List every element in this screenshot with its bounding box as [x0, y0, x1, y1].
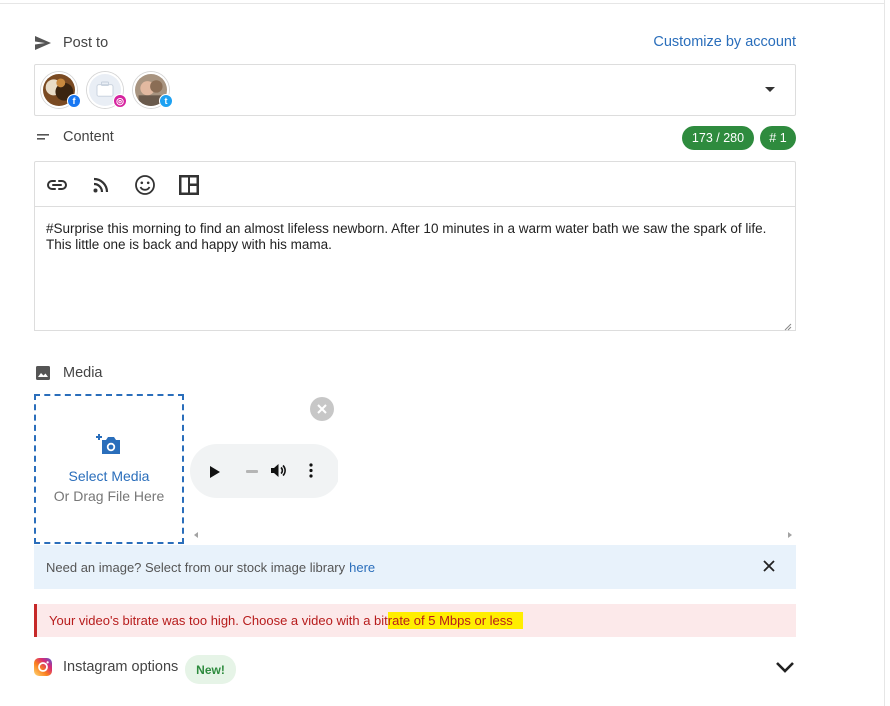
twitter-icon: t	[159, 94, 173, 108]
close-icon	[317, 404, 327, 414]
drag-file-label: Or Drag File Here	[53, 488, 165, 504]
facebook-icon: f	[67, 94, 81, 108]
media-scrollbar[interactable]	[190, 527, 796, 543]
rss-icon[interactable]	[89, 173, 113, 197]
layout-icon[interactable]	[177, 173, 201, 197]
scroll-right-icon[interactable]	[788, 532, 792, 538]
chevron-down-icon[interactable]	[775, 660, 795, 673]
link-icon[interactable]	[45, 173, 69, 197]
more-vertical-icon[interactable]	[309, 463, 313, 483]
media-drop-zone[interactable]: Select Media Or Drag File Here	[34, 394, 184, 544]
content-label: Content	[63, 129, 114, 145]
instagram-icon: ◎	[113, 94, 127, 108]
media-label: Media	[63, 365, 103, 381]
instagram-icon	[34, 658, 52, 676]
scroll-left-icon[interactable]	[194, 532, 198, 538]
stock-image-banner: Need an image? Select from our stock ima…	[34, 545, 796, 589]
post-to-header: Post to	[34, 33, 108, 53]
content-textarea[interactable]: #Surprise this morning to find an almost…	[34, 206, 796, 331]
customize-by-account-link[interactable]: Customize by account	[653, 34, 796, 50]
character-count-badge: 173 / 280	[682, 126, 754, 150]
close-icon[interactable]	[762, 559, 776, 573]
stock-image-link[interactable]: here	[349, 560, 375, 575]
remove-media-button[interactable]	[310, 397, 334, 421]
instagram-options-header[interactable]: Instagram options	[34, 657, 178, 677]
resize-handle-icon[interactable]	[784, 319, 792, 331]
editor-toolbar	[34, 161, 796, 207]
emoji-icon[interactable]	[133, 173, 157, 197]
image-icon	[34, 364, 52, 382]
add-photo-icon	[96, 432, 122, 456]
post-to-label: Post to	[63, 35, 109, 51]
error-text: Your video's bitrate was too high. Choos…	[49, 613, 388, 628]
bitrate-error-alert: Your video's bitrate was too high. Choos…	[34, 604, 796, 637]
select-media-label: Select Media	[68, 468, 150, 484]
stock-image-text: Need an image? Select from our stock ima…	[46, 559, 346, 575]
send-icon	[34, 34, 52, 52]
progress-track[interactable]	[246, 470, 258, 473]
post-number-badge: # 1	[760, 126, 796, 150]
chevron-down-icon[interactable]	[765, 87, 775, 92]
right-divider	[884, 0, 885, 706]
content-text: #Surprise this morning to find an almost…	[46, 221, 767, 252]
volume-icon[interactable]	[271, 463, 287, 483]
account-selector[interactable]: f ◎ t	[34, 64, 796, 116]
text-lines-icon	[34, 128, 52, 146]
content-header: Content	[34, 127, 114, 147]
new-badge: New!	[185, 655, 236, 684]
error-text-highlighted: rate of 5 Mbps or less	[387, 612, 523, 629]
top-divider	[0, 0, 884, 4]
video-player-controls	[190, 444, 338, 498]
media-header: Media	[34, 363, 103, 383]
play-icon[interactable]	[210, 465, 220, 483]
instagram-options-label: Instagram options	[63, 659, 179, 675]
